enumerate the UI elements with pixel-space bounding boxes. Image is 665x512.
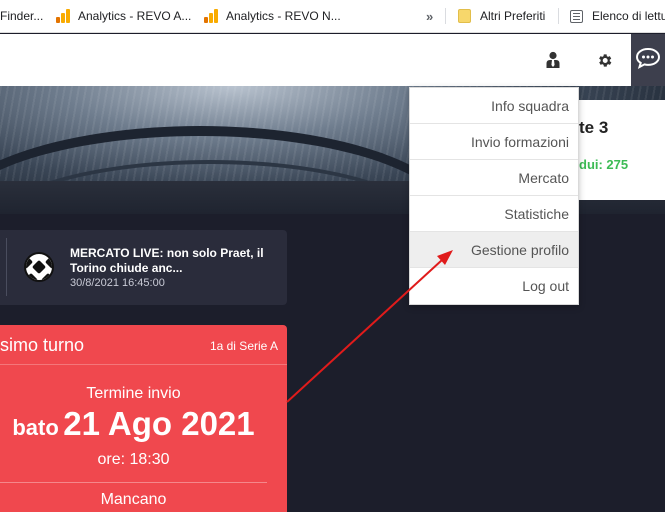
divider [6, 238, 7, 296]
menu-item-log-out[interactable]: Log out [410, 268, 578, 304]
menu-item-invio-formazioni[interactable]: Invio formazioni [410, 124, 578, 160]
team-info-stat: dui: 275 [579, 157, 629, 172]
deadline-date: bato 21 Ago 2021 [0, 405, 267, 443]
bookmark-analytics-a[interactable]: Analytics - REVO A... [56, 0, 192, 32]
analytics-icon [56, 9, 70, 23]
bookmark-finder[interactable]: Finder... [0, 0, 44, 32]
folder-icon [458, 9, 471, 23]
deadline-date-value: 21 Ago 2021 [63, 405, 255, 442]
news-title[interactable]: MERCATO LIVE: non solo Praet, il Torino … [70, 246, 270, 276]
chat-bubble-icon [635, 47, 661, 74]
news-timestamp: 30/8/2021 16:45:00 [70, 277, 165, 289]
deadline-day: bato [12, 415, 59, 440]
menu-item-mercato[interactable]: Mercato [410, 160, 578, 196]
divider [558, 8, 559, 24]
divider [0, 482, 267, 483]
round-badge: 1a di Serie A [209, 339, 278, 353]
analytics-icon [204, 9, 218, 23]
bookmark-other-favorites[interactable]: Altri Preferiti [458, 0, 546, 32]
reading-list-icon [570, 9, 583, 23]
next-round-title: simo turno [0, 335, 85, 355]
chat-button[interactable] [631, 34, 665, 86]
menu-item-info-squadra[interactable]: Info squadra [410, 88, 578, 124]
bookmark-label: Analytics - REVO A... [78, 9, 192, 23]
deadline-time: ore: 18:30 [97, 451, 170, 468]
team-info-title: te 3 [579, 118, 609, 137]
bookmark-reading-list[interactable]: Elenco di lettu [570, 0, 665, 32]
bookmark-label: Finder... [0, 9, 44, 23]
bookmark-label: Altri Preferiti [480, 9, 546, 23]
bookmarks-overflow-button[interactable]: » [426, 0, 434, 32]
bookmarks-bar: Finder... Analytics - REVO A... Analytic… [0, 0, 665, 33]
remaining-label: Mancano [100, 491, 167, 508]
next-round-header: simo turno 1a di Serie A [0, 325, 287, 365]
user-tie-icon[interactable] [540, 34, 566, 86]
bookmark-label: Elenco di lettu [592, 9, 665, 23]
app-header [0, 34, 665, 86]
menu-item-gestione-profilo[interactable]: Gestione profilo [410, 232, 578, 268]
soccer-ball-icon [24, 252, 54, 282]
next-round-card: simo turno 1a di Serie A Termine invio b… [0, 325, 287, 512]
bookmark-analytics-n[interactable]: Analytics - REVO N... [204, 0, 341, 32]
divider [445, 8, 446, 24]
deadline-label: Termine invio [86, 385, 181, 402]
menu-item-statistiche[interactable]: Statistiche [410, 196, 578, 232]
bookmark-label: Analytics - REVO N... [226, 9, 341, 23]
double-chevron-icon: » [426, 8, 434, 24]
gear-icon[interactable] [591, 34, 617, 86]
user-menu-dropdown: Info squadra Invio formazioni Mercato St… [409, 87, 579, 305]
